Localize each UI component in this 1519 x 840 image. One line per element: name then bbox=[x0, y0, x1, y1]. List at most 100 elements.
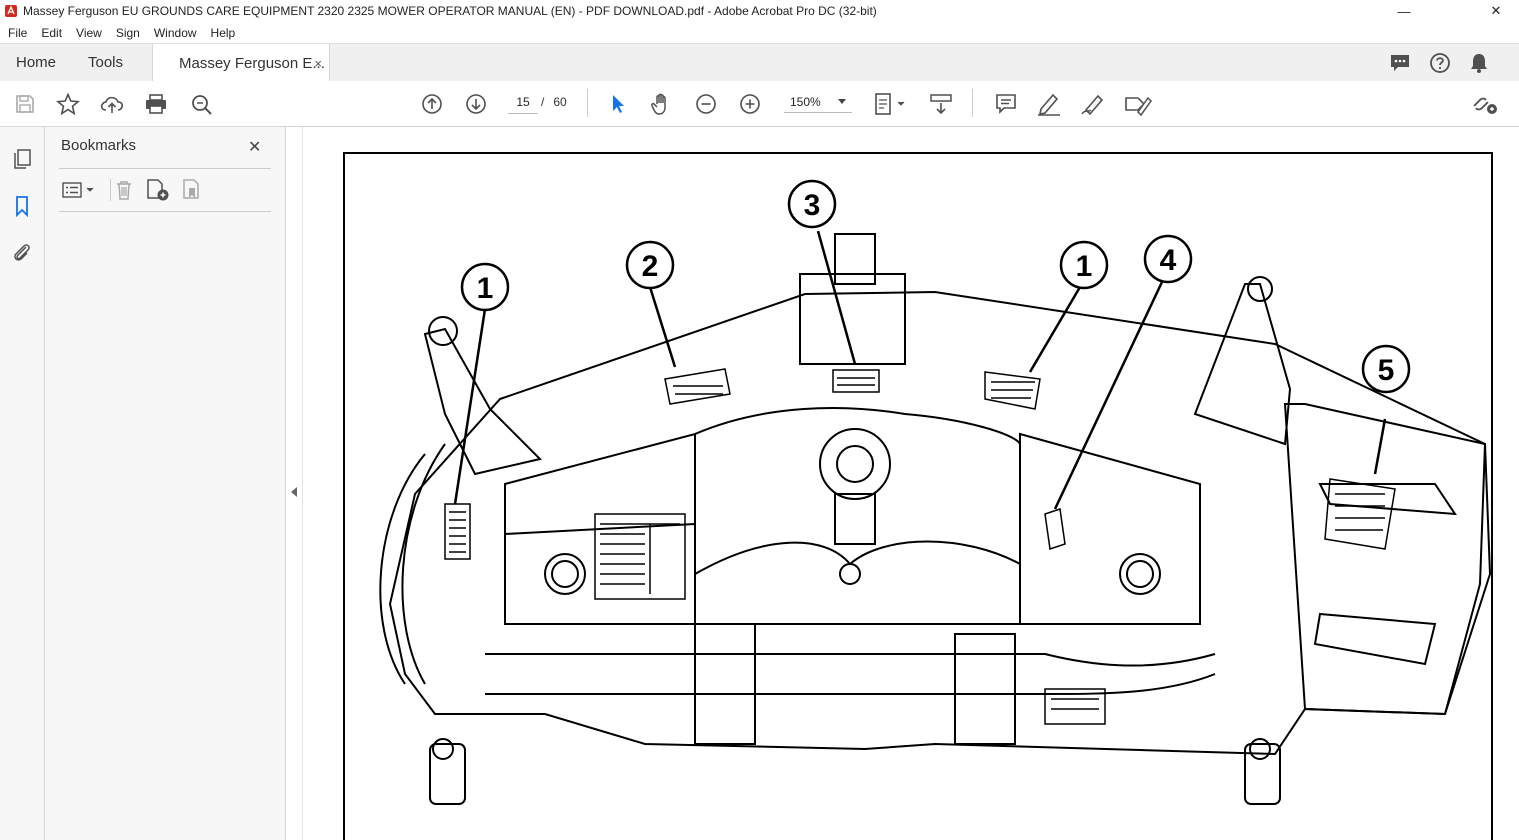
sign-pen-icon bbox=[1125, 96, 1152, 116]
menu-sign[interactable]: Sign bbox=[109, 26, 147, 40]
panel-collapse-handle[interactable] bbox=[286, 127, 303, 840]
attachments-button[interactable] bbox=[11, 241, 33, 263]
tab-tools[interactable]: Tools bbox=[88, 44, 123, 81]
tab-document-label: Massey Ferguson E... bbox=[179, 54, 325, 72]
link-share-icon bbox=[1473, 97, 1497, 114]
callout-number: 3 bbox=[804, 189, 821, 222]
scroll-mode-icon bbox=[930, 93, 952, 114]
mower-deck-diagram: 1 2 3 1 4 5 bbox=[379, 179, 1492, 805]
close-window-button[interactable]: ✕ bbox=[1473, 0, 1519, 22]
cloud-upload-icon bbox=[100, 96, 124, 113]
star-icon bbox=[56, 92, 80, 115]
arrow-down-circle-icon bbox=[466, 93, 486, 114]
toolbar-divider bbox=[587, 89, 588, 117]
tab-home[interactable]: Home bbox=[16, 44, 56, 81]
menu-window[interactable]: Window bbox=[147, 26, 204, 40]
draw-button[interactable] bbox=[1080, 81, 1106, 126]
paperclip-icon bbox=[14, 244, 30, 261]
cursor-arrow-icon bbox=[613, 94, 624, 113]
select-tool-button[interactable] bbox=[607, 81, 629, 126]
bookmarks-panel-button[interactable] bbox=[11, 195, 33, 217]
trash-icon bbox=[117, 181, 131, 200]
bookmark-star-button[interactable] bbox=[55, 81, 81, 126]
zoom-in-icon bbox=[740, 93, 760, 114]
title-bar: Massey Ferguson EU GROUNDS CARE EQUIPMEN… bbox=[0, 0, 1519, 22]
menu-edit[interactable]: Edit bbox=[34, 26, 69, 40]
callout-number: 1 bbox=[477, 272, 494, 305]
next-page-button[interactable] bbox=[464, 81, 488, 126]
comment-button[interactable] bbox=[994, 81, 1018, 126]
find-button[interactable] bbox=[189, 81, 215, 126]
upload-button[interactable] bbox=[99, 81, 125, 126]
chevron-left-icon bbox=[291, 487, 297, 497]
comment-icon bbox=[996, 93, 1016, 114]
window-title: Massey Ferguson EU GROUNDS CARE EQUIPMEN… bbox=[23, 4, 877, 18]
tab-bar: Home Tools Massey Ferguson E... × bbox=[0, 43, 1519, 82]
hand-icon bbox=[651, 93, 666, 115]
fill-sign-button[interactable] bbox=[1124, 81, 1152, 126]
navigation-rail bbox=[0, 127, 45, 840]
notification-bell-icon[interactable] bbox=[1469, 52, 1489, 74]
toolbar-divider bbox=[972, 89, 973, 117]
page-thumbnails-button[interactable] bbox=[11, 148, 33, 170]
bookmarks-panel: Bookmarks ✕ bbox=[45, 127, 286, 840]
list-options-icon bbox=[62, 182, 94, 198]
menu-bar: File Edit View Sign Window Help bbox=[0, 22, 1519, 43]
chevron-down-icon bbox=[838, 99, 846, 104]
callout-number: 5 bbox=[1378, 354, 1395, 387]
hand-tool-button[interactable] bbox=[649, 81, 675, 126]
acrobat-logo-icon bbox=[5, 5, 17, 17]
callout-number: 1 bbox=[1076, 250, 1093, 283]
bookmark-options-button[interactable] bbox=[61, 177, 97, 203]
page-total: 60 bbox=[553, 95, 567, 109]
pdf-page: 1 2 3 1 4 5 bbox=[343, 152, 1493, 840]
panel-toolbar-divider bbox=[110, 179, 111, 201]
zoom-out-icon bbox=[696, 93, 716, 114]
bookmark-properties-button[interactable] bbox=[181, 177, 203, 203]
new-bookmark-button[interactable] bbox=[145, 177, 171, 203]
delete-bookmark-button[interactable] bbox=[113, 177, 135, 203]
page-layout-button[interactable] bbox=[872, 81, 908, 126]
decal-group bbox=[444, 368, 1396, 725]
previous-page-button[interactable] bbox=[420, 81, 444, 126]
zoom-search-icon bbox=[192, 94, 212, 115]
highlight-button[interactable] bbox=[1036, 81, 1062, 126]
page-number-input[interactable]: 15 bbox=[508, 91, 538, 114]
panel-divider bbox=[59, 168, 271, 169]
printer-icon bbox=[146, 93, 166, 114]
menu-view[interactable]: View bbox=[69, 26, 109, 40]
bookmark-ribbon-icon bbox=[16, 196, 28, 217]
save-button[interactable] bbox=[12, 81, 38, 126]
page-total-label: / 60 bbox=[541, 91, 567, 113]
callout-number: 4 bbox=[1160, 244, 1177, 277]
panel-divider bbox=[59, 211, 271, 212]
bookmarks-title: Bookmarks bbox=[61, 137, 137, 154]
comment-bubble-icon[interactable] bbox=[1389, 53, 1411, 73]
save-icon bbox=[16, 94, 34, 113]
print-button[interactable] bbox=[143, 81, 169, 126]
scroll-mode-button[interactable] bbox=[928, 81, 954, 126]
callout-number: 2 bbox=[642, 250, 659, 283]
document-viewer[interactable]: 1 2 3 1 4 5 bbox=[303, 127, 1519, 840]
arrow-up-circle-icon bbox=[422, 93, 442, 114]
tab-document[interactable]: Massey Ferguson E... × bbox=[152, 44, 330, 82]
draw-pen-icon bbox=[1081, 94, 1104, 115]
zoom-level-value: 150% bbox=[790, 94, 821, 109]
bookmark-tag-icon bbox=[183, 179, 199, 199]
help-icon[interactable] bbox=[1429, 52, 1451, 74]
close-panel-button[interactable]: ✕ bbox=[248, 137, 261, 157]
zoom-in-button[interactable] bbox=[738, 81, 762, 126]
zoom-level-select[interactable]: 150% bbox=[784, 91, 852, 113]
highlighter-pen-icon bbox=[1038, 93, 1060, 116]
share-link-button[interactable] bbox=[1470, 81, 1500, 126]
tab-close-button[interactable]: × bbox=[314, 56, 322, 71]
minimize-button[interactable]: — bbox=[1381, 0, 1427, 22]
zoom-out-button[interactable] bbox=[694, 81, 718, 126]
menu-help[interactable]: Help bbox=[204, 26, 243, 40]
new-bookmark-icon bbox=[147, 179, 169, 201]
page-separator: / bbox=[541, 95, 545, 109]
main-toolbar bbox=[0, 81, 1519, 127]
page-fit-icon bbox=[875, 92, 905, 115]
menu-file[interactable]: File bbox=[0, 26, 34, 40]
pages-icon bbox=[14, 149, 31, 169]
